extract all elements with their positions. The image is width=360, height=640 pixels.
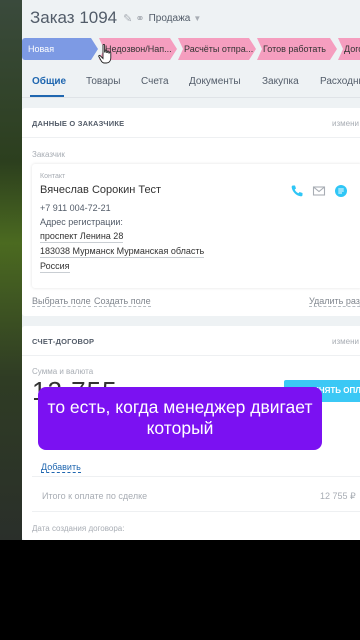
customer-label: Заказчик bbox=[32, 150, 65, 159]
contact-card: Контакт Вячеслав Сорокин Тест +7 911 004… bbox=[32, 164, 360, 288]
edit-section-link[interactable]: измени bbox=[332, 119, 359, 128]
mail-icon[interactable] bbox=[312, 184, 326, 198]
app-window: Заказ 1094 ✎ ⚭ Продажа ▼ Новая Недозвон/… bbox=[0, 0, 360, 540]
contact-name[interactable]: Вячеслав Сорокин Тест bbox=[40, 184, 161, 196]
video-caption: то есть, когда менеджер двигает который bbox=[38, 387, 322, 450]
messenger-icon[interactable] bbox=[334, 184, 348, 198]
section-title: ДАННЫЕ О ЗАКАЗЧИКЕ bbox=[32, 119, 125, 128]
hand-pointer-icon bbox=[98, 44, 112, 64]
background-sidebar-strip bbox=[0, 0, 22, 540]
address-line: Россия bbox=[40, 261, 70, 273]
page-title: Заказ 1094 bbox=[30, 8, 118, 27]
select-field-link[interactable]: Выбрать поле bbox=[32, 296, 91, 307]
sum-label: Сумма и валюта bbox=[32, 367, 94, 376]
contact-phone[interactable]: +7 911 004-72-21 bbox=[40, 203, 111, 213]
address-label: Адрес регистрации: bbox=[40, 217, 123, 227]
total-due-row: Итого к оплате по сделке 12 755 ₽ bbox=[32, 476, 360, 512]
phone-icon[interactable] bbox=[290, 184, 304, 198]
divider bbox=[22, 355, 360, 356]
link-icon[interactable]: ⚭ bbox=[135, 12, 144, 25]
active-tab-indicator bbox=[30, 95, 64, 97]
address-line: проспект Ленина 28 bbox=[40, 231, 124, 243]
tab-documents[interactable]: Документы bbox=[189, 76, 241, 87]
contact-label: Контакт bbox=[40, 173, 66, 180]
add-link[interactable]: Добавить bbox=[41, 462, 81, 473]
tab-products[interactable]: Товары bbox=[86, 76, 120, 87]
delete-section-link[interactable]: Удалить разд bbox=[309, 296, 360, 307]
tab-consumables[interactable]: Расходни bbox=[320, 76, 360, 87]
stage-contract[interactable]: Догов bbox=[338, 38, 360, 60]
address-line: 183038 Мурманск Мурманская область bbox=[40, 246, 205, 258]
divider bbox=[22, 137, 360, 138]
pipeline-stages: Новая Недозвон/Нап... Расчёты отпра... Г… bbox=[22, 38, 360, 60]
stage-calculation-sent[interactable]: Расчёты отпра... bbox=[178, 38, 256, 60]
category-selector[interactable]: Продажа bbox=[149, 13, 191, 24]
create-field-link[interactable]: Создать поле bbox=[94, 296, 151, 307]
edit-title-icon[interactable]: ✎ bbox=[123, 12, 132, 25]
title-row: Заказ 1094 ✎ ⚭ Продажа ▼ bbox=[30, 4, 201, 32]
section-title: СЧЕТ-ДОГОВОР bbox=[32, 337, 95, 346]
customer-section: ДАННЫЕ О ЗАКАЗЧИКЕ измени Заказчик Конта… bbox=[22, 108, 360, 316]
stage-ready-to-work[interactable]: Готов работать bbox=[257, 38, 337, 60]
tab-general[interactable]: Общие bbox=[32, 76, 66, 87]
crm-deal-page: Заказ 1094 ✎ ⚭ Продажа ▼ Новая Недозвон/… bbox=[22, 0, 360, 540]
total-due-label: Итого к оплате по сделке bbox=[42, 491, 148, 501]
tab-purchase[interactable]: Закупка bbox=[262, 76, 299, 87]
contract-date-label: Дата создания договора: bbox=[32, 524, 125, 533]
edit-section-link[interactable]: измени bbox=[332, 337, 359, 346]
stage-new[interactable]: Новая bbox=[22, 38, 98, 60]
chevron-down-icon[interactable]: ▼ bbox=[193, 14, 201, 23]
tab-invoices[interactable]: Счета bbox=[141, 76, 169, 87]
total-due-value: 12 755 ₽ bbox=[320, 491, 356, 501]
deal-tabs: Общие Товары Счета Документы Закупка Рас… bbox=[22, 66, 360, 98]
